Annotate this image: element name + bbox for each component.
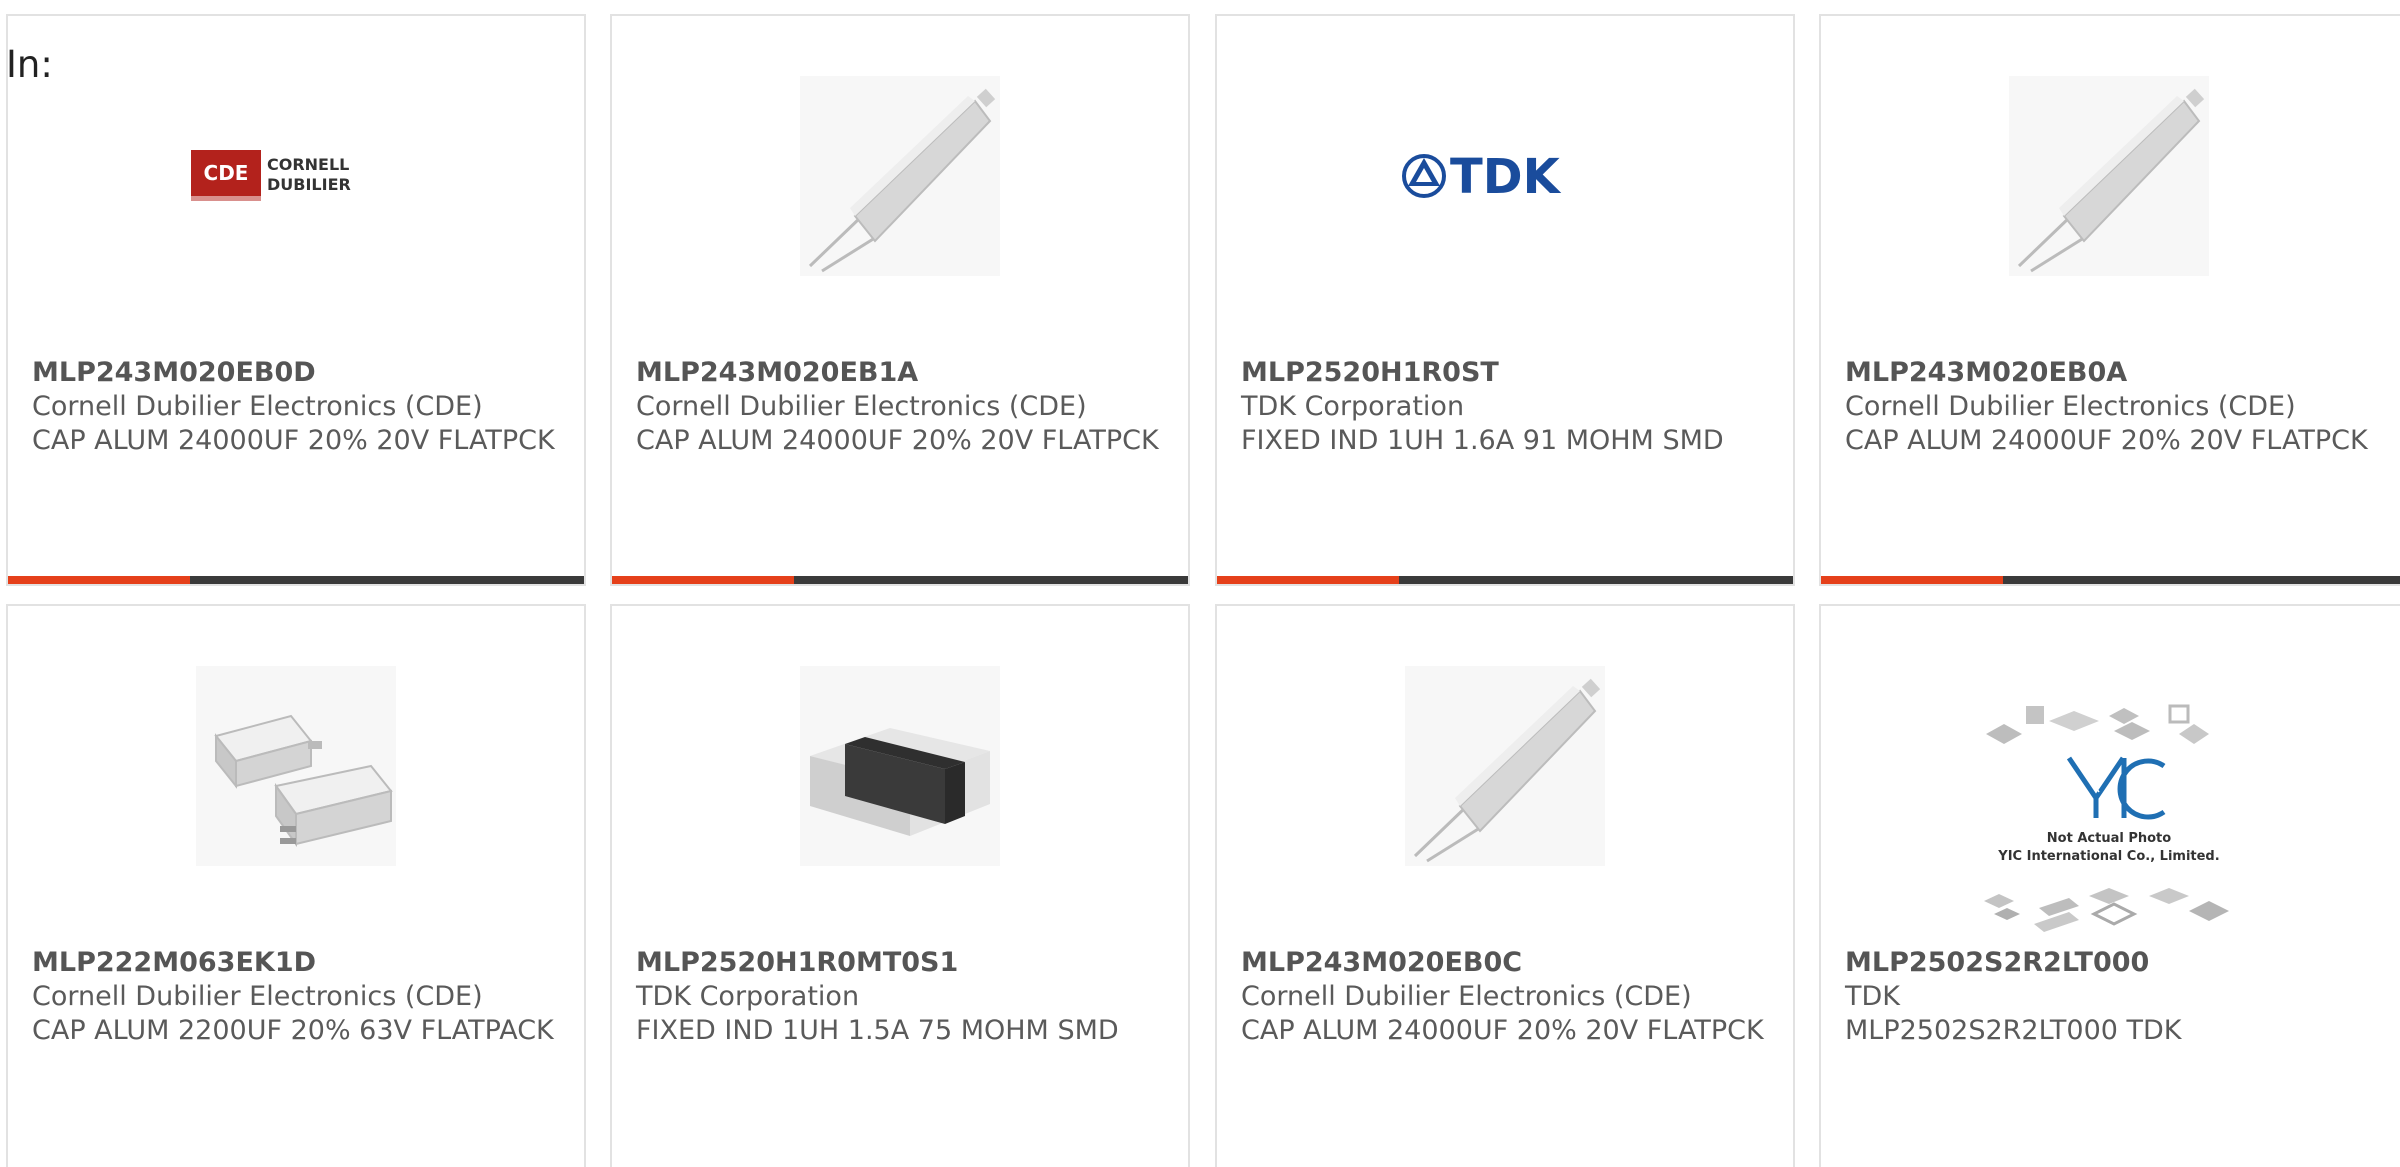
product-image: Not Actual Photo YIC International Co., … <box>1821 696 2397 946</box>
card-accent-bar <box>1821 576 2003 584</box>
part-number[interactable]: MLP222M063EK1D <box>32 946 316 980</box>
card-bottom-bar <box>612 576 1188 584</box>
manufacturer-name: TDK Corporation <box>1241 391 1465 422</box>
part-number[interactable]: MLP243M020EB0C <box>1241 946 1522 980</box>
flatpack-capacitor-icon <box>1405 666 1605 866</box>
product-card[interactable]: MLP2520H1R0MT0S1 TDK Corporation FIXED I… <box>610 604 1190 1167</box>
dual-flatpack-capacitor-icon <box>196 666 396 866</box>
part-number[interactable]: MLP2502S2R2LT000 <box>1845 946 2149 980</box>
manufacturer-name: Cornell Dubilier Electronics (CDE) <box>1845 391 2296 422</box>
part-number[interactable]: MLP243M020EB1A <box>636 356 918 390</box>
part-number[interactable]: MLP243M020EB0D <box>32 356 316 390</box>
tdk-logo-icon: TDK <box>1402 149 1562 205</box>
product-card[interactable]: MLP243M020EB1A Cornell Dubilier Electron… <box>610 14 1190 586</box>
tdk-logo-text: TDK <box>1450 149 1562 205</box>
card-accent-bar <box>1217 576 1399 584</box>
product-description: MLP2502S2R2LT000 TDK <box>1845 1015 2182 1046</box>
product-description: CAP ALUM 2200UF 20% 63V FLATPACK <box>32 1015 554 1046</box>
manufacturer-name: TDK <box>1845 981 1900 1012</box>
manufacturer-name: Cornell Dubilier Electronics (CDE) <box>32 981 483 1012</box>
product-description: CAP ALUM 24000UF 20% 20V FLATPCK <box>32 425 555 456</box>
flatpack-capacitor-icon <box>800 76 1000 276</box>
product-card[interactable]: MLP222M063EK1D Cornell Dubilier Electron… <box>6 604 586 1167</box>
manufacturer-name: Cornell Dubilier Electronics (CDE) <box>1241 981 1692 1012</box>
product-image: TDK <box>1217 56 1793 296</box>
card-accent-bar <box>612 576 794 584</box>
product-card[interactable]: CDE CORNELL DUBILIER MLP243M020EB0D Corn… <box>6 14 586 586</box>
card-bottom-bar <box>1821 576 2400 584</box>
product-image <box>612 56 1188 296</box>
product-card[interactable]: Not Actual Photo YIC International Co., … <box>1819 604 2400 1167</box>
card-accent-bar <box>8 576 190 584</box>
cde-logo-icon: CDE CORNELL DUBILIER <box>191 150 351 201</box>
manufacturer-name: Cornell Dubilier Electronics (CDE) <box>636 391 1087 422</box>
card-bottom-bar <box>8 576 584 584</box>
product-image <box>1217 646 1793 886</box>
not-actual-photo-icon: Not Actual Photo YIC International Co., … <box>1984 704 2229 932</box>
part-number[interactable]: MLP2520H1R0MT0S1 <box>636 946 958 980</box>
product-card[interactable]: MLP243M020EB0C Cornell Dubilier Electron… <box>1215 604 1795 1167</box>
product-image <box>1821 56 2397 296</box>
product-description: FIXED IND 1UH 1.6A 91 MOHM SMD <box>1241 425 1724 456</box>
product-image <box>8 646 584 886</box>
card-bottom-bar <box>1217 576 1793 584</box>
svg-text:DUBILIER: DUBILIER <box>267 175 351 194</box>
product-description: FIXED IND 1UH 1.5A 75 MOHM SMD <box>636 1015 1119 1046</box>
flatpack-capacitor-icon <box>2009 76 2209 276</box>
product-description: CAP ALUM 24000UF 20% 20V FLATPCK <box>636 425 1159 456</box>
part-number[interactable]: MLP243M020EB0A <box>1845 356 2127 390</box>
manufacturer-name: TDK Corporation <box>636 981 860 1012</box>
product-card[interactable]: TDK MLP2520H1R0ST TDK Corporation FIXED … <box>1215 14 1795 586</box>
filter-label: In: <box>6 43 53 86</box>
manufacturer-name: Cornell Dubilier Electronics (CDE) <box>32 391 483 422</box>
product-image: CDE CORNELL DUBILIER <box>8 56 584 296</box>
product-description: CAP ALUM 24000UF 20% 20V FLATPCK <box>1241 1015 1764 1046</box>
placeholder-text: Not Actual Photo <box>2047 831 2171 846</box>
product-card[interactable]: MLP243M020EB0A Cornell Dubilier Electron… <box>1819 14 2400 586</box>
product-description: CAP ALUM 24000UF 20% 20V FLATPCK <box>1845 425 2368 456</box>
product-grid-page: In: CDE CORNELL DUBILIER MLP243M020EB0D … <box>0 0 2400 1167</box>
smd-inductor-icon <box>800 666 1000 866</box>
product-image <box>612 646 1188 886</box>
svg-text:CORNELL: CORNELL <box>267 155 349 174</box>
svg-text:CDE: CDE <box>204 161 249 185</box>
part-number[interactable]: MLP2520H1R0ST <box>1241 356 1499 390</box>
placeholder-company: YIC International Co., Limited. <box>1997 849 2219 864</box>
